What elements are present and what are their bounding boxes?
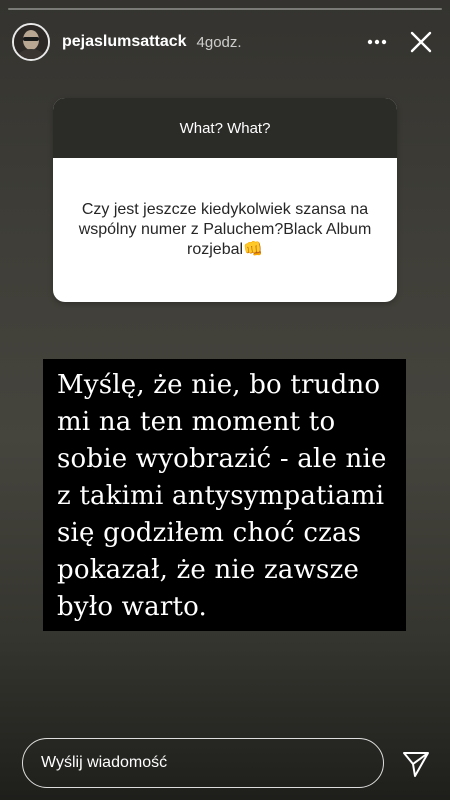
close-icon: [410, 31, 432, 53]
answer-line: było warto.: [57, 592, 207, 622]
more-options-button[interactable]: [360, 25, 394, 59]
question-sticker-title: What? What?: [53, 98, 397, 158]
send-paper-plane-icon: [403, 752, 429, 777]
reply-input[interactable]: Wyślij wiadomość: [22, 738, 384, 788]
send-button[interactable]: [396, 744, 436, 784]
answer-line: się godziłem choć czas: [57, 518, 362, 548]
reply-placeholder: Wyślij wiadomość: [41, 754, 168, 771]
username[interactable]: pejaslumsattack: [62, 33, 187, 51]
story-progress-bar: [8, 8, 442, 10]
avatar[interactable]: [12, 23, 50, 61]
fist-emoji-icon: 👊: [243, 241, 263, 258]
question-text-container: Czy jest jeszcze kiedykolwiek szansa na …: [53, 158, 397, 302]
avatar-image: [14, 25, 48, 59]
question-text: Czy jest jeszcze kiedykolwiek szansa na …: [78, 201, 372, 258]
post-time: 4godz.: [196, 33, 242, 51]
answer-line: sobie wyobrazić - ale nie: [57, 444, 387, 474]
question-sticker[interactable]: What? What? Czy jest jeszcze kiedykolwie…: [53, 98, 397, 302]
close-button[interactable]: [404, 25, 438, 59]
answer-line: pokazał, że nie zawsze: [57, 555, 360, 585]
answer-line: Myślę, że nie, bo trudno: [57, 370, 381, 400]
answer-line: mi na ten moment to: [57, 407, 336, 437]
answer-line: z takimi antysympatiami: [57, 481, 385, 511]
answer-text-block: Myślę, że nie, bo trudno mi na ten momen…: [43, 359, 406, 631]
more-dots-icon: [367, 39, 387, 45]
story-header: pejaslumsattack 4godz.: [12, 20, 438, 64]
